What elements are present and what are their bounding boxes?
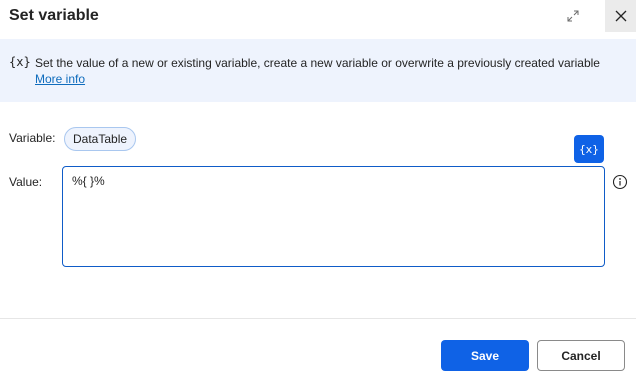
- value-input[interactable]: %{ }%: [62, 166, 605, 267]
- variable-icon: {x}: [9, 55, 31, 69]
- info-banner: {x} Set the value of a new or existing v…: [0, 39, 636, 102]
- dialog-title: Set variable: [9, 7, 99, 24]
- value-label: Value:: [9, 175, 43, 189]
- variable-picker-button[interactable]: {x}: [574, 135, 604, 163]
- banner-description: Set the value of a new or existing varia…: [35, 56, 600, 70]
- info-icon[interactable]: [612, 174, 628, 190]
- cancel-button[interactable]: Cancel: [537, 340, 625, 371]
- more-info-link[interactable]: More info: [35, 71, 85, 87]
- save-button[interactable]: Save: [441, 340, 529, 371]
- variable-name-chip[interactable]: DataTable: [64, 127, 137, 151]
- value-input-text: %{ }%: [72, 174, 105, 188]
- variable-label: Variable:: [9, 131, 56, 145]
- footer-divider: [0, 318, 636, 319]
- close-button[interactable]: [605, 0, 636, 32]
- expand-icon: [567, 10, 579, 22]
- expand-button[interactable]: [560, 4, 586, 28]
- close-icon: [615, 10, 626, 22]
- set-variable-dialog: Set variable {x} Set the value of a new …: [0, 0, 636, 379]
